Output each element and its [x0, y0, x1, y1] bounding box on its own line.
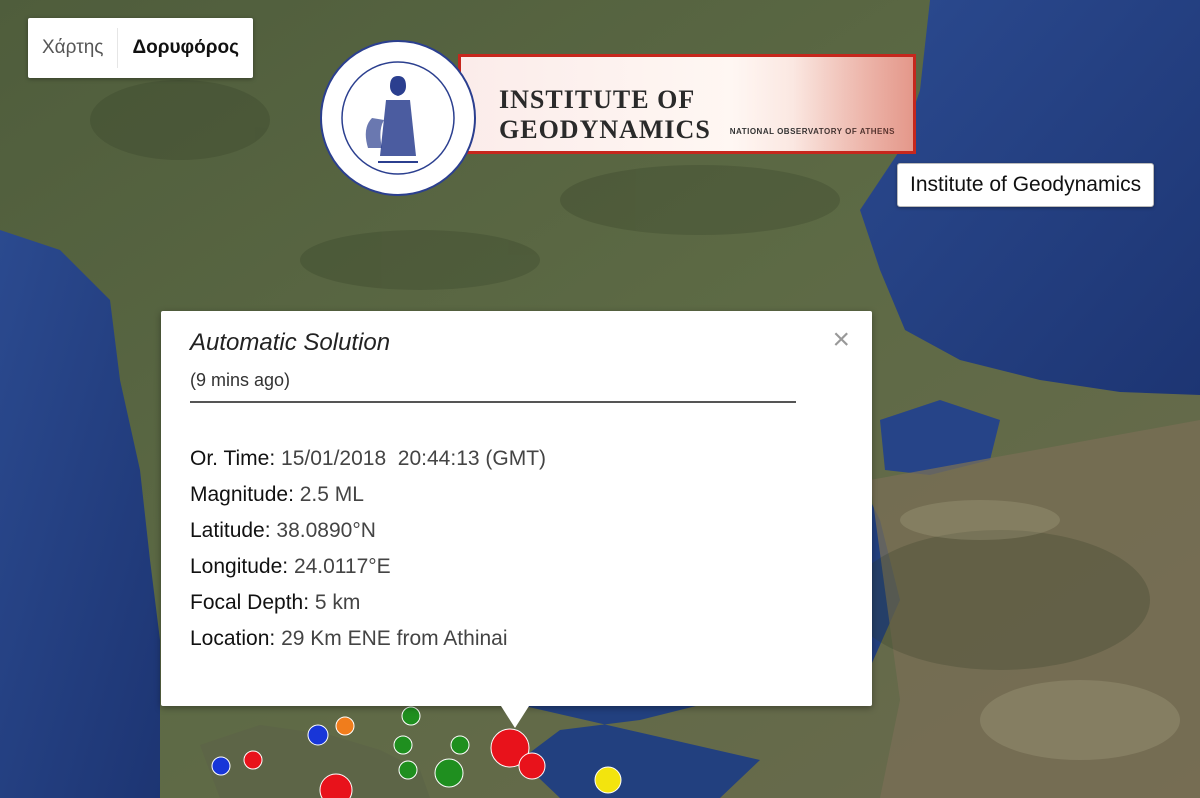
info-heading: Automatic Solution	[190, 329, 391, 356]
earthquake-marker	[335, 716, 355, 736]
map-type-satellite-button[interactable]: Δορυφόρος	[118, 18, 253, 78]
earthquake-marker	[307, 724, 329, 746]
info-row-location: Location: 29 Km ENE from Athinai	[190, 627, 508, 650]
observatory-seal-icon	[320, 40, 476, 196]
map-type-map-button[interactable]: Χάρτης	[28, 18, 117, 78]
logo-banner: INSTITUTE OF GEODYNAMICS NATIONAL OBSERV…	[458, 54, 916, 154]
info-row-latitude: Latitude: 38.0890°N	[190, 519, 376, 542]
info-row-focal-depth: Focal Depth: 5 km	[190, 591, 361, 614]
logo-subtitle: NATIONAL OBSERVATORY OF ATHENS	[729, 127, 895, 136]
info-time-ago: (9 mins ago)	[190, 370, 291, 390]
earthquake-info-window: × Automatic Solution (9 mins ago) Or. Ti…	[161, 311, 872, 728]
earthquake-marker	[211, 756, 231, 776]
earthquake-marker	[243, 750, 263, 770]
earthquake-marker	[450, 735, 470, 755]
earthquake-marker	[393, 735, 413, 755]
earthquake-marker	[594, 766, 622, 794]
info-row-origin-time: Or. Time: 15/01/2018 20:44:13 (GMT)	[190, 447, 547, 470]
info-window-pointer	[501, 706, 529, 728]
logo-tooltip: Institute of Geodynamics	[897, 163, 1155, 207]
info-row-magnitude: Magnitude: 2.5 ML	[190, 483, 364, 506]
earthquake-marker	[518, 752, 546, 780]
logo-title: INSTITUTE OF GEODYNAMICS	[499, 85, 711, 144]
info-details: Or. Time: 15/01/2018 20:44:13 (GMT) Magn…	[190, 446, 546, 662]
earthquake-marker	[398, 760, 418, 780]
map-type-control: Χάρτης Δορυφόρος	[28, 18, 253, 78]
earthquake-marker	[401, 706, 421, 726]
earthquake-marker	[434, 758, 464, 788]
info-row-longitude: Longitude: 24.0117°E	[190, 555, 391, 578]
info-divider	[190, 401, 796, 403]
institute-logo-overlay[interactable]: INSTITUTE OF GEODYNAMICS NATIONAL OBSERV…	[318, 38, 918, 198]
close-icon[interactable]: ×	[832, 325, 850, 355]
